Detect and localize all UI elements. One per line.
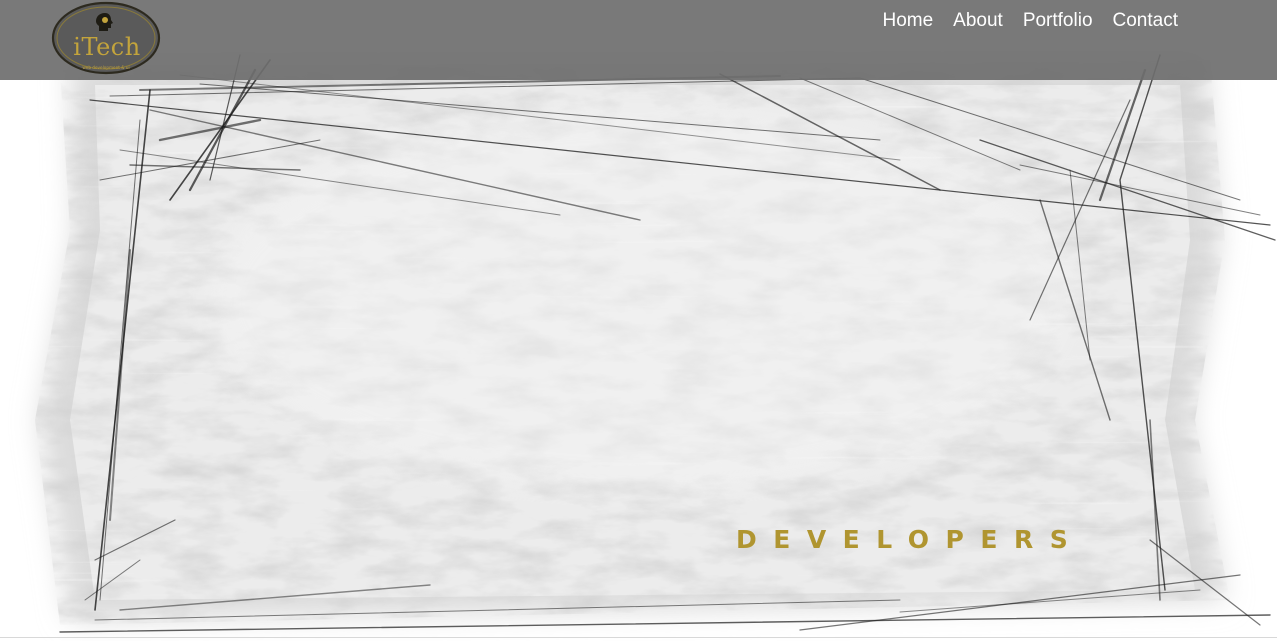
nav-link-home[interactable]: Home	[882, 10, 933, 31]
hero-background	[0, 0, 1277, 641]
head-icon	[96, 13, 113, 31]
logo-text: iTech	[73, 33, 141, 61]
nav-link-about[interactable]: About	[953, 10, 1003, 31]
nav-item-home: Home	[882, 10, 933, 32]
page: web development & ui iTech Home About Po…	[0, 0, 1277, 641]
brand-logo[interactable]: web development & ui iTech	[51, 1, 161, 75]
nav-item-about: About	[953, 10, 1003, 32]
nav-item-portfolio: Portfolio	[1023, 10, 1093, 32]
nav-link-contact[interactable]: Contact	[1113, 10, 1178, 31]
top-navbar: web development & ui iTech Home About Po…	[0, 0, 1277, 80]
nav-link-portfolio[interactable]: Portfolio	[1023, 10, 1093, 31]
hero-tagline: DEVELOPERS	[736, 525, 1085, 554]
main-nav: Home About Portfolio Contact	[882, 10, 1178, 32]
logo-subtitle: web development & ui	[82, 65, 129, 70]
nav-item-contact: Contact	[1113, 10, 1178, 32]
bottom-divider	[0, 637, 1277, 638]
